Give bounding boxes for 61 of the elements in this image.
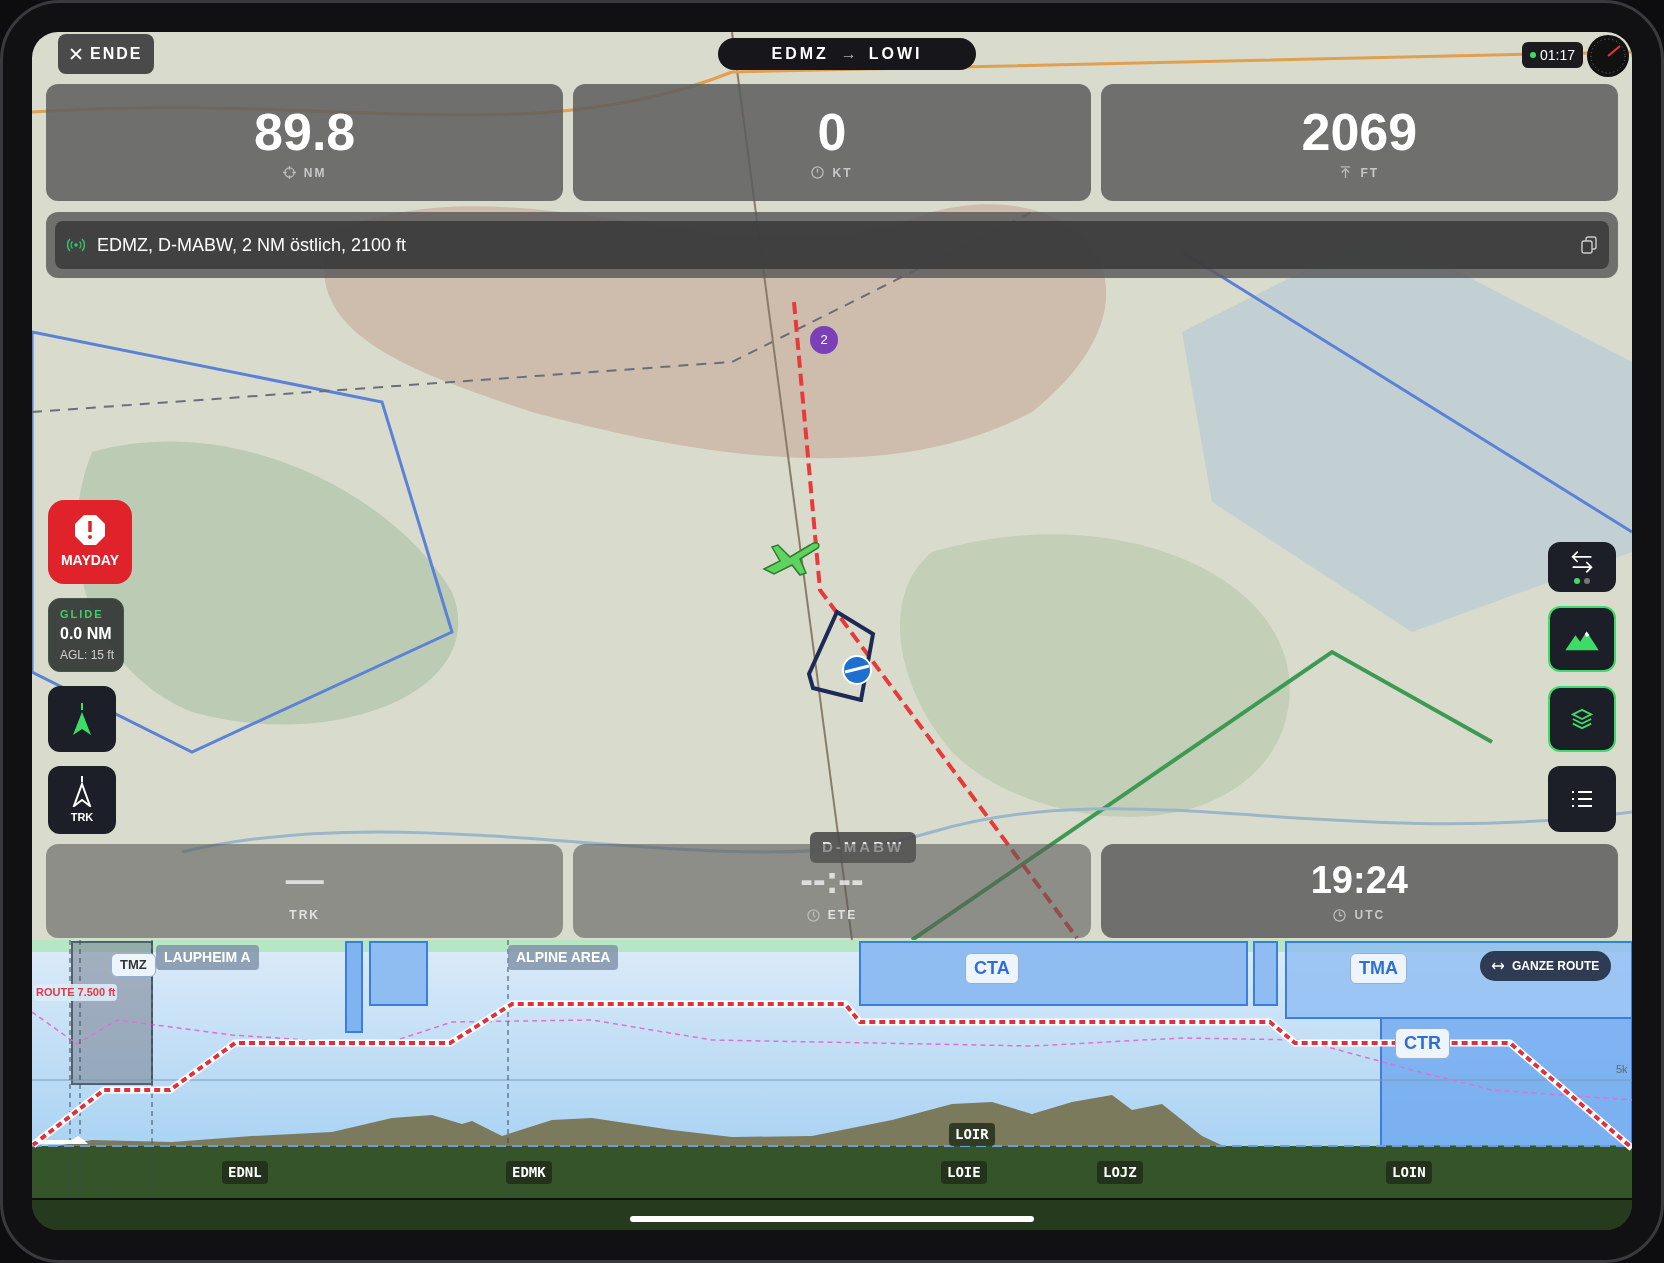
- instrument-value: 0: [817, 103, 847, 160]
- airspace-label: LAUPHEIM A: [156, 945, 259, 970]
- glide-title: GLIDE: [60, 606, 105, 622]
- airport-icon: [807, 608, 877, 702]
- airspace-label: TMA: [1350, 953, 1407, 984]
- unit-label: UTC: [1354, 907, 1386, 924]
- instrument-value: 19:24: [1310, 858, 1408, 902]
- glide-distance: 0.0 NM: [60, 624, 113, 645]
- route-origin: EDMZ: [771, 44, 829, 64]
- full-route-button[interactable]: GANZE ROUTE: [1480, 951, 1612, 981]
- airport-label: LOIE: [941, 1161, 987, 1184]
- airspace-label: TMZ: [111, 953, 156, 977]
- unit-label: FT: [1360, 164, 1380, 182]
- airspace-label: CTA: [965, 953, 1019, 984]
- expand-horizontal-icon: [1492, 962, 1504, 970]
- route-arrow: →: [840, 44, 857, 64]
- route-destination: LOWI: [868, 44, 923, 64]
- track-up-button[interactable]: TRK: [48, 766, 116, 834]
- unit-label: NM: [303, 164, 327, 182]
- airport-label: LOJZ: [1097, 1161, 1143, 1184]
- airport-label: EDMK: [506, 1161, 552, 1184]
- end-button[interactable]: ENDE: [58, 34, 155, 74]
- unit-label: KT: [832, 164, 853, 182]
- gauge-icon: [811, 166, 825, 179]
- radio-signal-icon: [67, 238, 85, 252]
- instrument-value: —: [285, 858, 324, 902]
- up-arrow-icon: [1339, 166, 1353, 179]
- airspace-label: ALPINE AREA: [508, 945, 619, 970]
- swap-arrows-icon: [1569, 550, 1595, 574]
- north-arrow-icon: [72, 702, 92, 736]
- map-control-button[interactable]: [1548, 606, 1616, 672]
- list-icon: [1570, 789, 1594, 809]
- instrument-value: 89.8: [254, 103, 356, 160]
- crosshair-icon: [282, 166, 296, 179]
- airport-label: LOIR: [949, 1123, 995, 1146]
- mayday-button[interactable]: MAYDAY: [48, 500, 132, 584]
- timer-icon: [806, 908, 820, 922]
- aircraft-label: D-MABW: [810, 832, 917, 863]
- compass-icon: [1586, 34, 1630, 78]
- airport-label: EDNL: [222, 1161, 268, 1184]
- layers-icon: [1571, 708, 1593, 730]
- route-altitude-label: ROUTE 7.500 ft: [34, 984, 118, 1001]
- axis-tick-label: 5k: [1616, 1062, 1628, 1077]
- alert-icon: [74, 513, 106, 546]
- map-control-button[interactable]: [1548, 686, 1616, 752]
- airspace-label: CTR: [1395, 1028, 1450, 1059]
- route-pill[interactable]: EDMZ → LOWI: [718, 38, 976, 70]
- track-arrow-icon: [72, 774, 92, 807]
- clock-icon: [1333, 908, 1347, 922]
- map-control-button[interactable]: [1548, 542, 1616, 592]
- close-icon: [70, 48, 82, 60]
- message-text: EDMZ, D-MABW, 2 NM östlich, 2100 ft: [97, 233, 408, 257]
- instrument-value: 2069: [1301, 103, 1418, 160]
- airport-label: LOIN: [1386, 1161, 1432, 1184]
- unit-label: ETE: [827, 907, 858, 924]
- glide-agl: AGL: 15 ft: [60, 647, 116, 665]
- copy-icon[interactable]: [1581, 236, 1597, 254]
- north-up-button[interactable]: [48, 686, 116, 752]
- clock-text: 01:17: [1540, 45, 1576, 65]
- unit-label: TRK: [289, 907, 320, 924]
- map-control-button[interactable]: [1548, 766, 1616, 832]
